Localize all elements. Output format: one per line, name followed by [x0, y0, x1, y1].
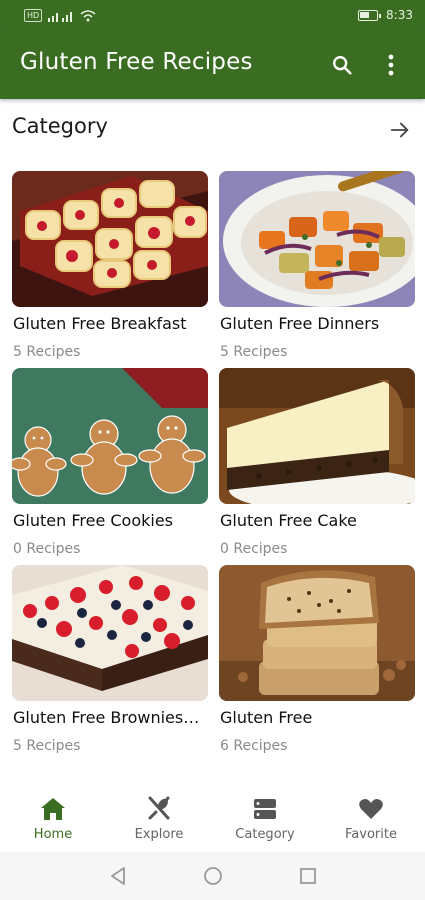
utensils-icon: [146, 796, 172, 822]
app-title: Gluten Free Recipes: [20, 49, 253, 75]
system-back-button[interactable]: [106, 864, 130, 888]
signal-icon: [48, 11, 73, 22]
network-badge: HD: [24, 9, 43, 22]
arrow-right-icon: [390, 122, 409, 138]
category-card-cake[interactable]: Gluten Free Cake 0 Recipes: [219, 368, 415, 560]
category-title: Gluten Free Cookies: [13, 511, 174, 530]
more-vertical-icon: [388, 54, 394, 76]
system-home-button[interactable]: [201, 864, 225, 888]
nav-category[interactable]: Category: [220, 796, 310, 852]
category-icon: [252, 796, 278, 822]
category-count: 0 Recipes: [13, 541, 81, 557]
battery-icon: [358, 9, 382, 21]
category-card-brownies[interactable]: Gluten Free Brownies… 5 Recipes: [12, 565, 208, 757]
nav-label-explore: Explore: [134, 827, 184, 842]
battery-level: [360, 11, 370, 18]
status-left: HD: [24, 9, 96, 22]
status-right: 8:33: [358, 8, 413, 22]
see-all-categories-button[interactable]: [386, 116, 414, 144]
category-card-cookies[interactable]: Gluten Free Cookies 0 Recipes: [12, 368, 208, 560]
gingerbread-cookies-photo: [12, 368, 208, 504]
home-icon: [40, 796, 66, 822]
cheesecake-slice-photo: [219, 368, 415, 504]
nav-label-home: Home: [33, 827, 73, 842]
category-card-breakfast[interactable]: Gluten Free Breakfast 5 Recipes: [12, 171, 208, 363]
category-card-gluten-free[interactable]: Gluten Free 6 Recipes: [219, 565, 415, 757]
category-title: Gluten Free Breakfast: [13, 314, 187, 333]
nav-favorite[interactable]: Favorite: [326, 796, 416, 852]
category-title: Gluten Free: [220, 708, 313, 727]
more-options-button[interactable]: [376, 50, 406, 80]
search-button[interactable]: [327, 50, 357, 80]
category-count: 6 Recipes: [220, 738, 288, 754]
category-count: 5 Recipes: [220, 344, 288, 360]
app-bar: Gluten Free Recipes: [0, 32, 425, 99]
category-card-dinners[interactable]: Gluten Free Dinners 5 Recipes: [219, 171, 415, 363]
berry-brownies-photo: [12, 565, 208, 701]
category-count: 5 Recipes: [13, 738, 81, 754]
category-title: Gluten Free Dinners: [220, 314, 380, 333]
nav-explore[interactable]: Explore: [114, 796, 204, 852]
status-time: 8:33: [386, 8, 413, 22]
category-count: 5 Recipes: [13, 344, 81, 360]
bottom-navigation: Home Explore Category Favorite: [0, 788, 425, 852]
search-icon: [333, 56, 352, 75]
nav-label-favorite: Favorite: [345, 827, 397, 842]
category-title: Gluten Free Cake: [220, 511, 357, 530]
home-circle-icon: [204, 867, 222, 885]
category-title: Gluten Free Brownies…: [13, 708, 200, 727]
roasted-vegetables-photo: [219, 171, 415, 307]
nav-home[interactable]: Home: [8, 796, 98, 852]
banana-bread-photo: [219, 565, 415, 701]
wifi-icon: [80, 9, 96, 21]
status-bar: HD 8:33: [0, 0, 425, 32]
heart-icon: [358, 796, 384, 822]
section-title: Category: [12, 114, 108, 138]
nav-label-category: Category: [235, 827, 295, 842]
cherry-bars-photo: [12, 171, 208, 307]
recents-square-icon: [300, 868, 316, 884]
back-triangle-icon: [111, 867, 125, 885]
category-count: 0 Recipes: [220, 541, 288, 557]
system-recents-button[interactable]: [296, 864, 320, 888]
system-navigation-bar: [0, 852, 425, 900]
